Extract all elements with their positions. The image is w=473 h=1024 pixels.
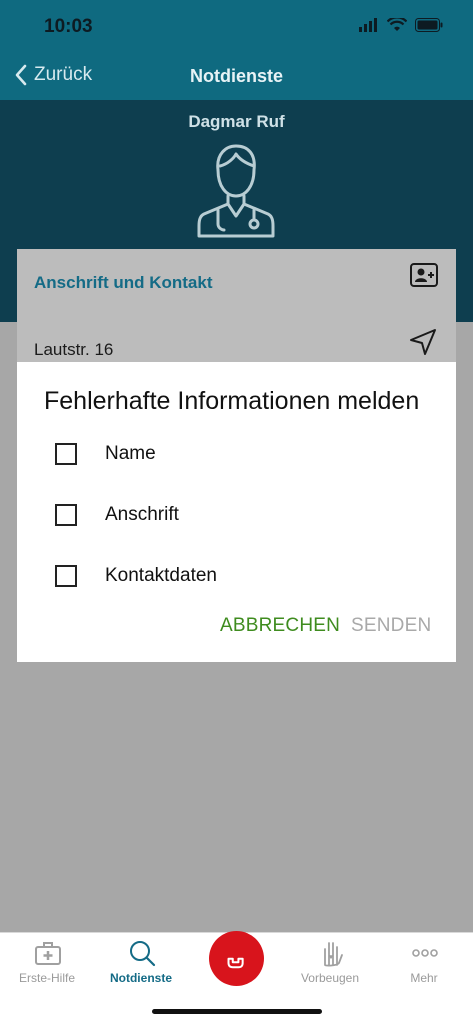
option-address[interactable]: Anschrift xyxy=(55,500,435,530)
card-title: Anschrift und Kontakt xyxy=(34,273,213,292)
option-label: Anschrift xyxy=(105,504,179,525)
checkbox-address[interactable] xyxy=(55,504,77,526)
add-contact-icon[interactable] xyxy=(410,263,438,287)
address-text: Lautstr. 16 xyxy=(34,340,114,359)
battery-icon xyxy=(415,18,443,32)
tab-label: Vorbeugen xyxy=(300,971,360,985)
status-icons xyxy=(359,18,443,32)
address-contact-card: Anschrift und Kontakt Lautstr. 16 xyxy=(17,249,456,363)
checkbox-contact[interactable] xyxy=(55,565,77,587)
home-indicator xyxy=(152,1009,322,1014)
tab-label: Mehr xyxy=(410,971,438,985)
status-time: 10:03 xyxy=(44,16,93,37)
option-name[interactable]: Name xyxy=(55,439,435,469)
cancel-button[interactable]: ABBRECHEN xyxy=(220,615,340,637)
tab-emergency-services[interactable]: Notdienste xyxy=(94,933,188,993)
send-button[interactable]: SENDEN xyxy=(351,615,431,637)
status-bar: 10:03 xyxy=(0,0,473,52)
doctor-avatar-icon xyxy=(197,144,275,238)
more-icon xyxy=(412,949,438,957)
phone-icon xyxy=(227,957,244,968)
first-aid-kit-icon xyxy=(35,942,61,965)
hand-heart-icon xyxy=(324,942,343,967)
page-title: Notdienste xyxy=(189,66,283,86)
tab-label: Erste-Hilfe xyxy=(18,971,75,985)
emergency-call-button[interactable] xyxy=(209,931,264,986)
option-label: Kontaktdaten xyxy=(105,565,217,586)
tab-more[interactable]: Mehr xyxy=(377,933,471,993)
profile-name: Dagmar Ruf xyxy=(188,112,285,131)
wifi-icon xyxy=(387,18,407,31)
option-contact[interactable]: Kontaktdaten xyxy=(55,561,435,591)
report-dialog: Fehlerhafte Informationen melden Name An… xyxy=(17,362,456,662)
search-icon xyxy=(130,941,156,967)
signal-icon xyxy=(359,18,377,32)
option-label: Name xyxy=(105,443,156,464)
tab-first-aid[interactable]: Erste-Hilfe xyxy=(0,933,94,993)
checkbox-name[interactable] xyxy=(55,443,77,465)
tab-prevention[interactable]: Vorbeugen xyxy=(283,933,377,993)
dialog-title: Fehlerhafte Informationen melden xyxy=(44,387,420,415)
navigate-icon[interactable] xyxy=(408,327,438,357)
navigation-bar: Zurück Notdienste xyxy=(0,52,473,100)
tab-label: Notdienste xyxy=(109,971,172,985)
